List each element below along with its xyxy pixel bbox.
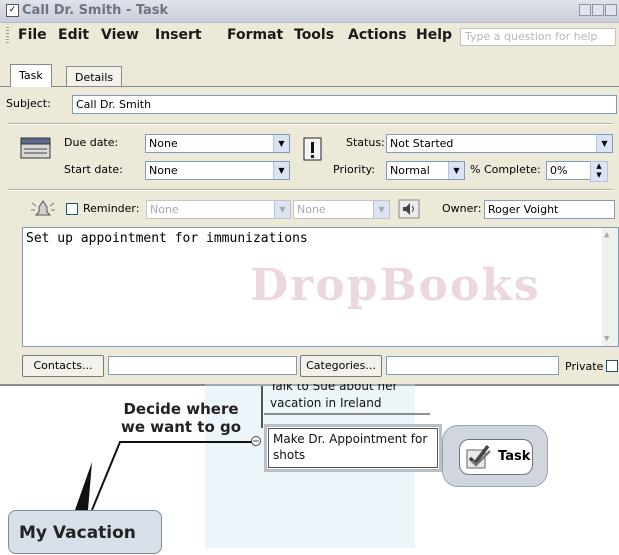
toolbar-grip[interactable] xyxy=(6,27,9,43)
reminder-label: Reminder: xyxy=(83,202,140,215)
menu-help[interactable]: Help xyxy=(416,27,452,43)
task-window: ✓ Call Dr. Smith - Task File Edit View I… xyxy=(0,0,619,386)
menu-tools[interactable]: Tools xyxy=(294,27,334,43)
owner-field[interactable]: Roger Voight xyxy=(484,200,615,219)
tab-task[interactable]: Task xyxy=(10,64,52,87)
due-date-label: Due date: xyxy=(64,136,119,149)
menu-view[interactable]: View xyxy=(101,27,139,43)
central-topic-my-vacation[interactable]: My Vacation xyxy=(8,510,162,554)
start-date-value: None xyxy=(149,164,178,177)
due-date-value: None xyxy=(149,137,178,150)
start-date-label: Start date: xyxy=(64,163,123,176)
contacts-button[interactable]: Contacts... xyxy=(22,355,104,377)
dropdown-arrow-icon[interactable]: ▼ xyxy=(273,135,289,152)
separator xyxy=(8,123,613,125)
window-controls xyxy=(578,4,617,19)
owner-label: Owner: xyxy=(442,202,482,215)
title-bar: ✓ Call Dr. Smith - Task xyxy=(0,0,619,23)
start-date-select[interactable]: None ▼ xyxy=(145,161,290,180)
separator xyxy=(8,189,613,191)
complete-label: % Complete: xyxy=(470,163,541,176)
contacts-field[interactable] xyxy=(108,356,297,375)
minimize-button[interactable] xyxy=(579,4,591,16)
dropdown-arrow-icon[interactable]: ▼ xyxy=(448,162,464,179)
reminder-time-select[interactable]: None ▼ xyxy=(293,200,390,219)
tab-details[interactable]: Details xyxy=(66,66,123,87)
notes-text: Set up appointment for immunizations xyxy=(26,231,308,246)
status-value: Not Started xyxy=(390,137,454,150)
private-label: Private xyxy=(565,360,604,373)
exclamation-icon xyxy=(303,137,322,161)
sound-icon[interactable] xyxy=(398,199,420,219)
topic-appointment-box[interactable]: Make Dr. Appointment for shots xyxy=(264,424,442,472)
dropdown-arrow-icon[interactable]: ▼ xyxy=(373,201,389,218)
notes-area[interactable]: Set up appointment for immunizations ▲ ▼ xyxy=(22,227,619,347)
menu-insert[interactable]: Insert xyxy=(155,27,202,43)
subject-label: Subject: xyxy=(6,97,51,110)
menu-edit[interactable]: Edit xyxy=(58,27,89,43)
reminder-checkbox[interactable] xyxy=(66,203,78,215)
subject-field[interactable]: Call Dr. Smith xyxy=(72,95,617,114)
topic-appointment: Make Dr. Appointment for shots xyxy=(273,432,428,462)
priority-select[interactable]: Normal ▼ xyxy=(386,161,465,180)
close-button[interactable] xyxy=(605,4,617,16)
dropdown-arrow-icon[interactable]: ▼ xyxy=(596,135,612,152)
menu-format[interactable]: Format xyxy=(227,27,283,43)
maximize-button[interactable] xyxy=(592,4,604,16)
topic-vacation-ireland[interactable]: vacation in Ireland xyxy=(270,396,381,410)
complete-spinner[interactable]: ▲ ▼ xyxy=(590,161,608,182)
priority-label: Priority: xyxy=(333,163,376,176)
task-node-inner: Task xyxy=(459,439,533,475)
reminder-date-value: None xyxy=(150,203,179,216)
task-check-icon: ✓ xyxy=(6,4,19,17)
task-node-label: Task xyxy=(498,449,531,464)
scroll-down-icon[interactable]: ▼ xyxy=(604,334,609,344)
status-select[interactable]: Not Started ▼ xyxy=(386,134,613,153)
scroll-up-icon[interactable]: ▲ xyxy=(604,230,609,240)
question-input[interactable]: Type a question for help xyxy=(460,28,616,46)
priority-value: Normal xyxy=(390,164,430,177)
calendar-icon xyxy=(20,137,51,159)
complete-field[interactable]: 0% xyxy=(546,161,591,180)
reminder-bell-icon xyxy=(31,200,55,216)
topic-decide-where[interactable]: Decide where we want to go xyxy=(112,400,250,436)
reminder-date-select[interactable]: None ▼ xyxy=(146,200,291,219)
task-checkmark-icon xyxy=(466,444,491,469)
menu-file[interactable]: File xyxy=(18,27,47,43)
dropdown-arrow-icon[interactable]: ▼ xyxy=(274,201,290,218)
notes-scrollbar[interactable]: ▲ ▼ xyxy=(602,228,618,346)
status-label: Status: xyxy=(346,136,385,149)
topic-talk-to-sue[interactable]: Talk to Sue about her xyxy=(270,384,397,393)
reminder-time-value: None xyxy=(297,203,326,216)
tab-divider xyxy=(0,86,619,87)
window-title: Call Dr. Smith - Task xyxy=(22,3,169,18)
categories-button[interactable]: Categories... xyxy=(300,355,382,377)
due-date-select[interactable]: None ▼ xyxy=(145,134,290,153)
dropdown-arrow-icon[interactable]: ▼ xyxy=(273,162,289,179)
categories-field[interactable] xyxy=(386,356,559,375)
menu-actions[interactable]: Actions xyxy=(348,27,407,43)
task-node[interactable]: Task xyxy=(442,425,548,487)
private-checkbox[interactable] xyxy=(606,360,618,372)
